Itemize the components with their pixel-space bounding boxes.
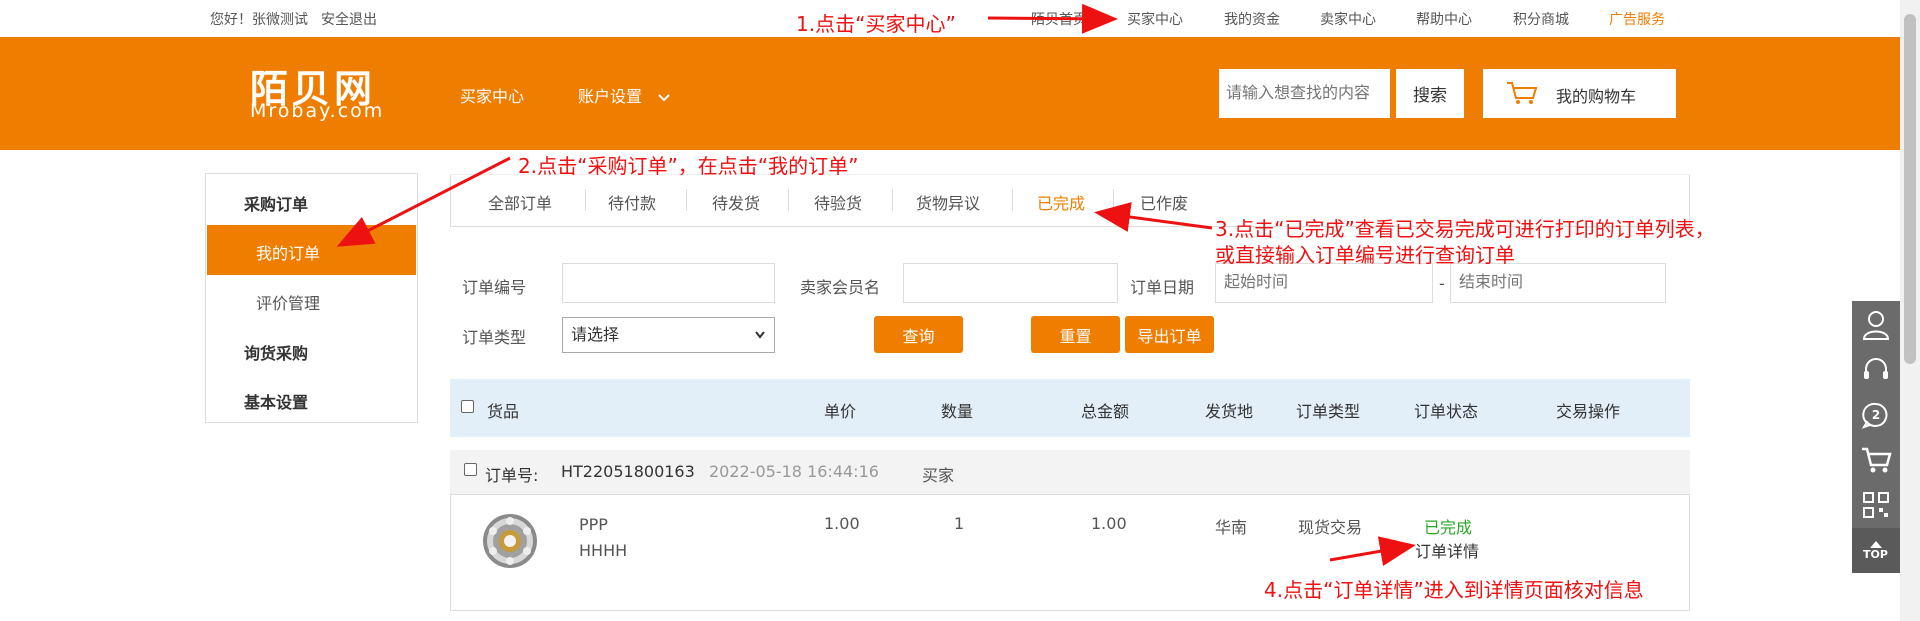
annotation-arrows [336, 3, 1416, 566]
arrow-step4 [1329, 536, 1416, 566]
message-count: 2 [1871, 407, 1881, 422]
cart-icon[interactable] [1852, 437, 1900, 482]
scrollbar-thumb[interactable] [1904, 14, 1916, 364]
headset-icon[interactable] [1852, 347, 1900, 392]
top-label: TOP [1863, 548, 1888, 561]
arrow-step1 [987, 3, 1118, 34]
user-icon[interactable] [1852, 302, 1900, 347]
arrow-step3 [1094, 202, 1213, 232]
arrow-step2 [336, 156, 511, 247]
message-count-icon[interactable]: 2 [1852, 392, 1900, 437]
qr-code-icon[interactable] [1852, 482, 1900, 527]
back-to-top-button[interactable]: TOP [1852, 528, 1900, 573]
